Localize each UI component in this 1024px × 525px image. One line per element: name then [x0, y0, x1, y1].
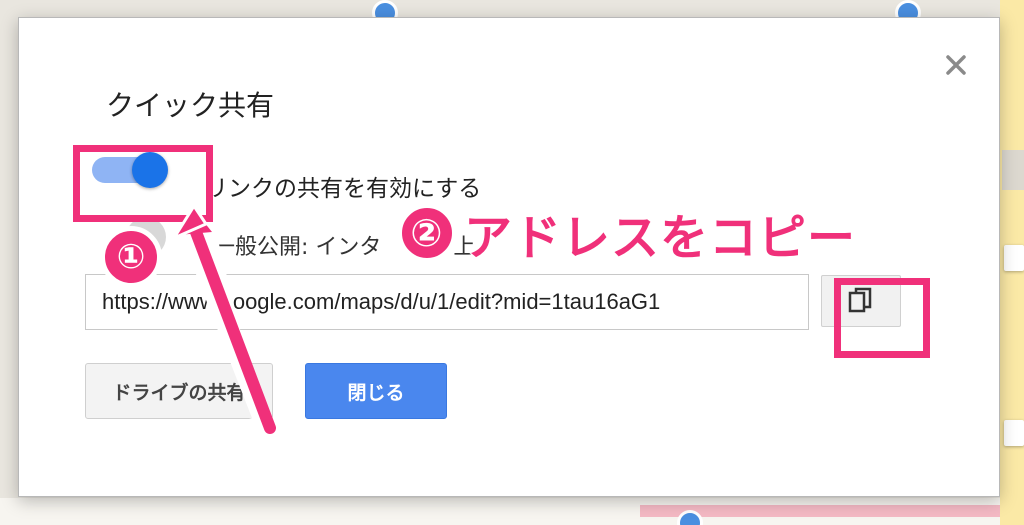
toggle-knob	[132, 152, 168, 188]
close-icon[interactable]	[941, 50, 971, 80]
dialog-title: クイック共有	[106, 89, 275, 122]
step-2-text: アドレスをコピー	[463, 209, 857, 267]
map-block	[1002, 150, 1024, 190]
drive-share-button[interactable]: ドライブの共有	[85, 363, 273, 419]
close-dialog-button[interactable]: 閉じる	[305, 363, 447, 419]
step-2-annotation: ② アドレスをコピー	[398, 200, 857, 267]
copy-icon	[848, 287, 872, 313]
copy-button[interactable]	[821, 275, 901, 327]
step-1-badge: ①	[100, 226, 162, 288]
public-access-label: 一般公開: インタ	[213, 235, 382, 260]
map-control	[1004, 245, 1024, 271]
link-sharing-label: リンクの共有を有効にする	[205, 176, 482, 202]
link-sharing-toggle[interactable]	[92, 152, 172, 188]
step-2-badge: ②	[398, 204, 456, 262]
map-control	[1004, 420, 1024, 446]
share-url-input[interactable]: https://www.google.com/maps/d/u/1/edit?m…	[85, 274, 809, 330]
